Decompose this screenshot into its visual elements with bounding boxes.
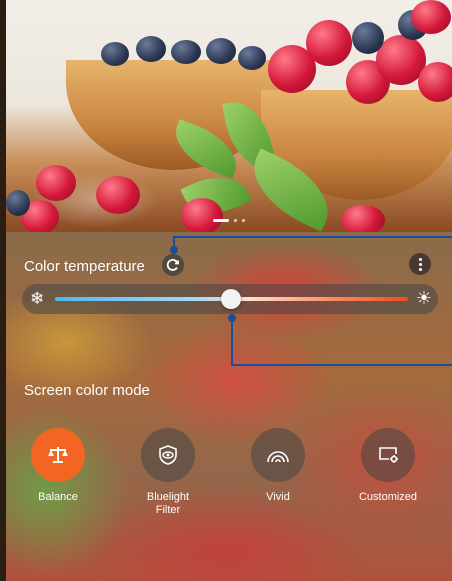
blueberry	[352, 22, 384, 54]
reset-color-temperature-button[interactable]	[162, 254, 184, 276]
page-indicator-dot	[234, 218, 237, 222]
callout-dot	[170, 246, 178, 254]
refresh-icon	[166, 259, 179, 271]
blueberry	[101, 42, 129, 66]
blueberry	[6, 190, 30, 216]
raspberry	[96, 176, 140, 214]
page-indicator-active	[213, 218, 229, 222]
screen-color-mode-label: Screen color mode	[24, 382, 150, 399]
mode-label: Bluelight Filter	[146, 491, 190, 516]
mode-customized-button[interactable]: Customized	[343, 428, 433, 504]
more-vertical-icon	[418, 257, 422, 261]
mode-label: Vivid	[266, 491, 290, 503]
callout-line	[231, 364, 452, 366]
color-temperature-label: Color temperature	[24, 258, 145, 275]
callout-dot	[228, 314, 236, 322]
color-settings-panel: Color temperature ❄ ☀ Screen color mode	[6, 232, 452, 581]
raspberry	[418, 62, 452, 102]
eye-shield-icon	[141, 428, 195, 482]
balance-scale-icon	[31, 428, 85, 482]
raspberry	[306, 20, 352, 66]
more-options-button[interactable]	[409, 253, 431, 275]
blueberry	[136, 36, 166, 62]
slider-thumb[interactable]	[220, 289, 241, 309]
menu-dot	[418, 267, 422, 271]
raspberry	[36, 165, 76, 201]
sun-icon: ☀	[415, 288, 432, 308]
raspberry	[411, 0, 451, 34]
wallpaper-image	[6, 0, 452, 235]
screen-settings-icon	[361, 428, 415, 482]
menu-dot	[418, 262, 422, 266]
snowflake-icon: ❄	[30, 289, 45, 308]
callout-line	[231, 318, 233, 366]
page-indicator-dot	[242, 218, 245, 222]
wallpaper-page-indicator	[6, 216, 452, 224]
mode-vivid-button[interactable]: Vivid	[233, 428, 323, 504]
mode-bluelight-filter-button[interactable]: Bluelight Filter	[123, 428, 213, 517]
rainbow-icon	[251, 428, 305, 482]
color-temperature-slider[interactable]: ❄ ☀	[22, 284, 438, 314]
mode-label: Customized	[358, 491, 418, 503]
blueberry	[206, 38, 236, 64]
callout-line	[173, 236, 452, 238]
blueberry	[238, 46, 266, 70]
mode-balance-button[interactable]: Balance	[13, 428, 103, 504]
blueberry	[171, 40, 201, 64]
mode-label: Balance	[38, 491, 78, 503]
screen: Color temperature ❄ ☀ Screen color mode	[6, 0, 452, 581]
